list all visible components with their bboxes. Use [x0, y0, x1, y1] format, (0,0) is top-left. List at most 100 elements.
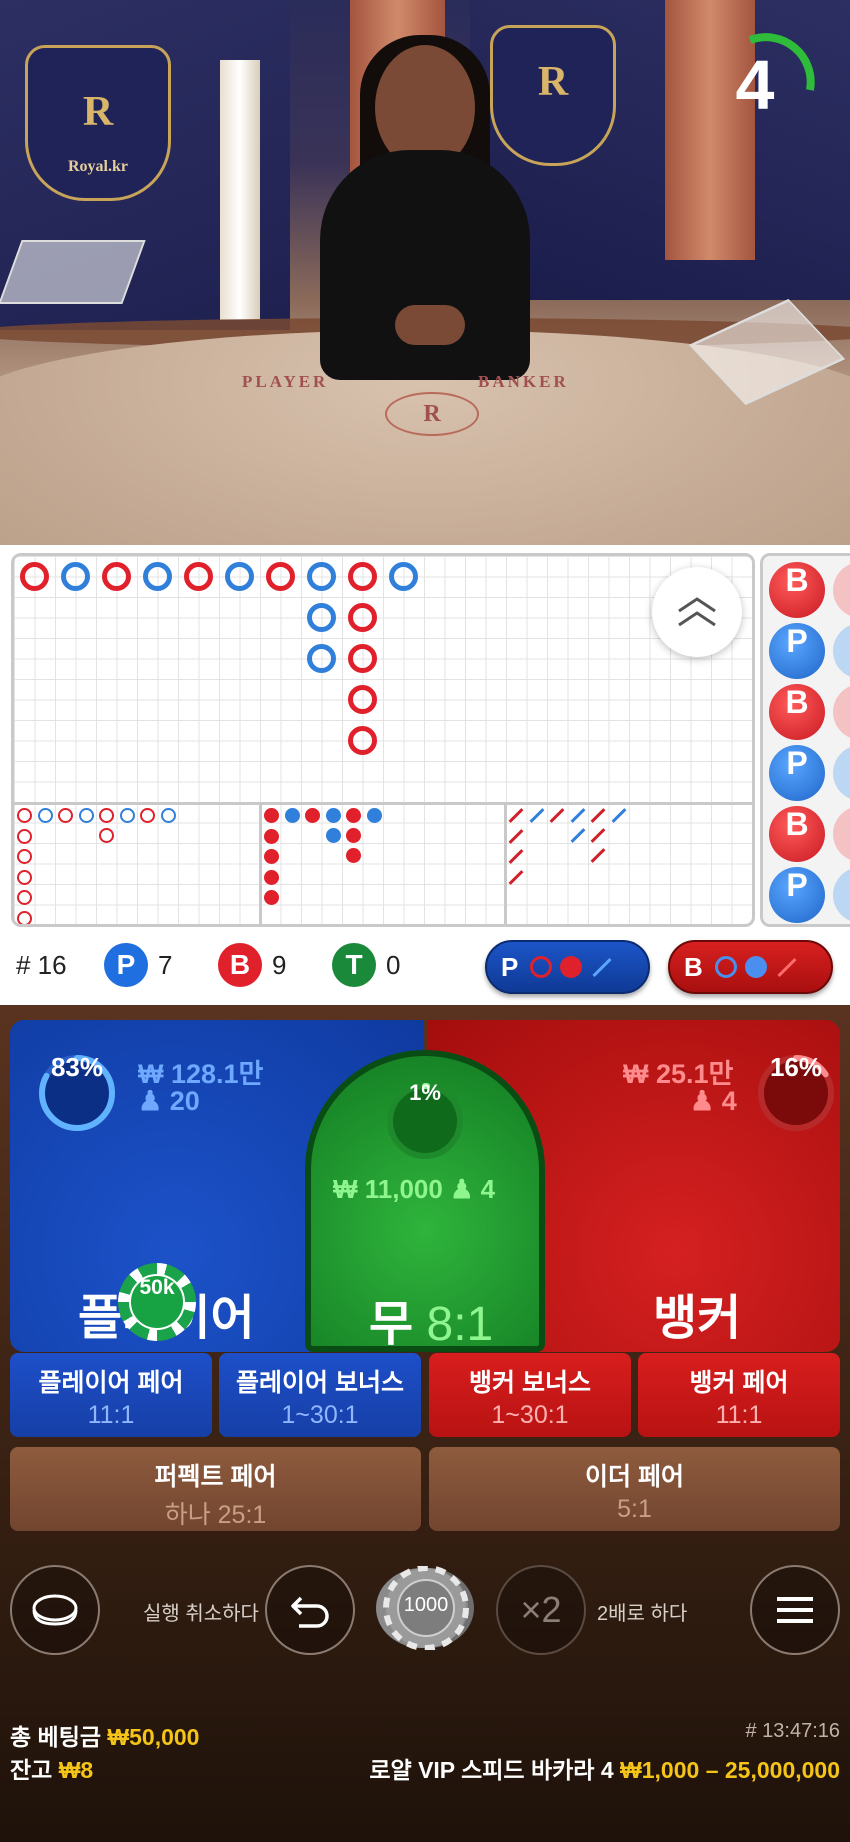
tie-bet-info: ₩ 11,000 ♟ 4: [333, 1174, 495, 1205]
chevron-up-icon: [678, 597, 716, 627]
big-road-cell: [389, 562, 418, 591]
big-road-cell: [307, 644, 336, 673]
big-road-cell: [102, 562, 131, 591]
bead-road-cell-partial: [833, 562, 850, 618]
small-road-cell: [346, 808, 361, 823]
dealer: [320, 150, 530, 380]
side-bet-odds: 1~30:1: [281, 1401, 359, 1429]
chip-selector[interactable]: 1000: [372, 1566, 476, 1650]
table-icon: [32, 1594, 78, 1626]
lobby-button[interactable]: [10, 1565, 100, 1655]
menu-button[interactable]: [750, 1565, 840, 1655]
big-road-cell: [225, 562, 254, 591]
bead-road-cell: B: [769, 806, 825, 862]
undo-button[interactable]: [265, 1565, 355, 1655]
double-label: 2배로 하다: [597, 1603, 688, 1625]
predict-slash-icon: [777, 957, 797, 977]
round-id: # 13:47:16: [745, 1720, 840, 1742]
big-road-cell: [307, 603, 336, 632]
undo-label: 실행 취소하다: [143, 1603, 259, 1625]
bead-road-cell-partial: [833, 623, 850, 679]
big-road-cell: [20, 562, 49, 591]
pair-bet-odds: 5:1: [617, 1495, 652, 1523]
cockroach-road-cell: [529, 808, 544, 823]
tie-bet-zone[interactable]: 1% ₩ 11,000 ♟ 4 무 8:1: [305, 1050, 545, 1352]
perfect-pair-button[interactable]: 퍼펙트 페어 하나 25:1: [10, 1447, 421, 1531]
big-road-cell: [143, 562, 172, 591]
small-road-cell: [366, 808, 382, 823]
small-road-cell: [305, 808, 320, 823]
placed-chip-value: 50k: [129, 1274, 185, 1330]
user-icon: ♟: [450, 1174, 474, 1204]
cockroach-road-cell: [590, 848, 606, 863]
collapse-roadmap-button[interactable]: [652, 567, 742, 657]
pair-bet-odds: 하나 25:1: [164, 1501, 267, 1529]
royal-logo-shield: R Royal.kr: [25, 45, 171, 201]
countdown-timer: 4: [715, 30, 825, 140]
player-bettors: ♟ 20: [138, 1086, 200, 1117]
bead-road-cell-partial: [833, 684, 850, 740]
big-eye-road-cell: [17, 808, 32, 823]
small-road-cell: [325, 808, 341, 823]
hamburger-menu-icon: [777, 1597, 813, 1623]
player-bonus-button[interactable]: 플레이어 보너스 1~30:1: [219, 1353, 421, 1437]
player-predict-button[interactable]: P: [485, 940, 650, 994]
bead-road-cell: P: [769, 745, 825, 801]
chip-value: 1000: [403, 1594, 449, 1616]
big-road-cell: [184, 562, 213, 591]
big-road-cell: [266, 562, 295, 591]
banker-predict-label: B: [684, 951, 703, 982]
banker-bettors: ♟ 4: [690, 1086, 737, 1117]
tie-count: T 0: [332, 930, 400, 1000]
table-info: 로얄 VIP 스피드 바카라 4 ₩1,000 – 25,000,000: [369, 1751, 840, 1785]
countdown-value: 4: [735, 46, 775, 124]
double-button[interactable]: ×2: [496, 1565, 586, 1655]
predict-ring-icon: [714, 956, 737, 978]
side-bet-name: 플레이어 보너스: [236, 1369, 404, 1397]
tie-percent: 1%: [409, 1080, 441, 1105]
placed-chip[interactable]: 50k: [118, 1263, 196, 1341]
pair-bet-name: 이더 페어: [585, 1463, 684, 1491]
table-limits: ₩1,000 – 25,000,000: [620, 1757, 840, 1783]
small-road-cell: [264, 890, 279, 905]
road-divider: [504, 802, 507, 924]
big-eye-road-cell: [17, 890, 32, 905]
table-label-banker: BANKER: [478, 372, 569, 391]
big-eye-road-cell: [17, 828, 32, 844]
banker-predict-button[interactable]: B: [668, 940, 833, 994]
total-bet-label: 총 베팅금: [10, 1724, 102, 1750]
bead-road[interactable]: BPBPBP: [760, 553, 850, 927]
big-eye-road-cell: [37, 808, 53, 823]
side-bet-name: 플레이어 페어: [38, 1369, 184, 1397]
player-percent-gauge: 83%: [36, 1052, 118, 1134]
pillar: [220, 60, 260, 320]
either-pair-button[interactable]: 이더 페어 5:1: [429, 1447, 840, 1531]
predict-dot-icon: [560, 956, 583, 978]
total-bet-value: ₩50,000: [107, 1724, 200, 1750]
player-count: 7: [158, 949, 173, 980]
side-bet-odds: 11:1: [87, 1401, 135, 1429]
cockroach-road-cell: [611, 808, 626, 823]
side-bet-name: 뱅커 보너스: [469, 1369, 591, 1397]
bead-road-cell: B: [769, 684, 825, 740]
player-pair-button[interactable]: 플레이어 페어 11:1: [10, 1353, 212, 1437]
big-road-cell: [348, 644, 377, 673]
banker-percent-gauge: 16%: [755, 1052, 837, 1134]
big-eye-road-cell: [140, 808, 155, 823]
big-road-cell: [348, 726, 377, 755]
banker-bonus-button[interactable]: 뱅커 보너스 1~30:1: [429, 1353, 631, 1437]
banker-bettor-count: 4: [721, 1086, 737, 1116]
banker-label: 뱅커: [653, 1292, 742, 1345]
banker-pair-button[interactable]: 뱅커 페어 11:1: [638, 1353, 840, 1437]
big-eye-road-cell: [17, 849, 32, 864]
big-road-grid[interactable]: [11, 553, 755, 927]
big-eye-road-cell: [17, 910, 32, 924]
banker-percent: 16%: [769, 1052, 823, 1082]
cockroach-road-cell: [570, 828, 585, 843]
round-counter: # 16: [16, 930, 67, 1000]
small-road-cell: [264, 849, 279, 864]
banker-badge-icon: B: [218, 943, 262, 987]
banker-count: 9: [272, 949, 287, 980]
big-road-cell: [348, 685, 377, 714]
player-percent: 83%: [50, 1052, 104, 1082]
